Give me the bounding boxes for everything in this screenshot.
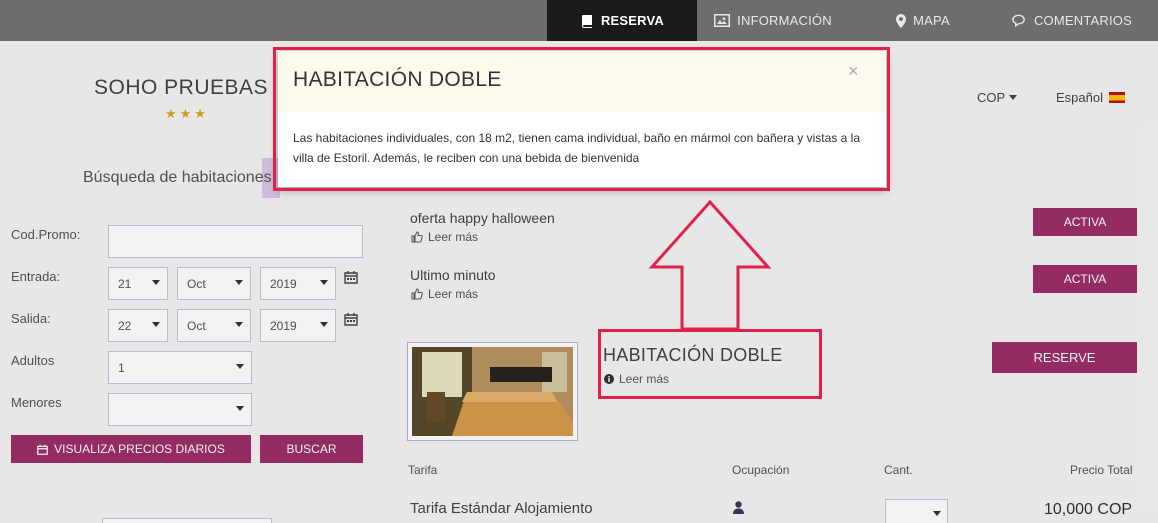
col-header-ocupacion: Ocupación [732,463,790,477]
thumbs-up-icon [411,231,423,243]
promo-label: Cod.Promo: [11,227,81,242]
checkin-day-select[interactable]: 21 [108,267,168,300]
quantity-select[interactable] [885,499,948,523]
top-nav: RESERVA INFORMACIÓN MAPA COMENTARIOS [0,0,1158,41]
chevron-down-icon [235,280,243,285]
children-label: Menores [11,395,62,410]
room-photo[interactable] [407,342,578,441]
daily-prices-button[interactable]: VISUALIZA PRECIOS DIARIOS [11,435,251,463]
col-header-precio: Precio Total [1070,463,1133,477]
search-button[interactable]: BUSCAR [260,435,363,463]
col-header-cant: Cant. [884,463,913,477]
nav-label: INFORMACIÓN [737,13,832,28]
children-select[interactable] [108,393,252,426]
checkin-month-select[interactable]: Oct [177,267,251,300]
promo-input[interactable] [108,225,363,258]
offer-readmore-link[interactable]: Leer más [411,287,478,301]
nav-label: RESERVA [600,13,665,28]
nav-tab-mapa[interactable]: MAPA [894,0,952,41]
nav-tab-reserva[interactable]: RESERVA [547,0,697,41]
checkout-month-select[interactable]: Oct [177,309,251,342]
hotel-stars: ★★★ [165,106,209,121]
checkout-year-select[interactable]: 2019 [260,309,336,342]
chevron-down-icon [320,322,328,327]
chevron-down-icon [236,406,244,411]
adults-select[interactable]: 1 [108,351,252,384]
map-marker-icon [896,13,907,28]
offer-activate-button[interactable]: ACTIVA [1033,208,1137,236]
search-title: Búsqueda de habitaciones [83,169,272,186]
modal-header: HABITACIÓN DOBLE × [278,51,886,112]
checkin-year-select[interactable]: 2019 [260,267,336,300]
image-icon [714,14,731,27]
rate-name: Tarifa Estándar Alojamiento [410,500,593,517]
chevron-down-icon [1009,95,1018,100]
calendar-icon[interactable] [344,312,358,326]
offer-title: oferta happy halloween [410,210,555,226]
checkout-day-select[interactable]: 22 [108,309,168,342]
currency-selector[interactable]: COP [977,90,1018,105]
reserve-button[interactable]: RESERVE [992,342,1137,373]
checkin-label: Entrada: [11,269,61,284]
comments-icon [1012,14,1025,27]
offer-activate-button[interactable]: ACTIVA [1033,265,1137,293]
chevron-down-icon [933,511,941,516]
chevron-down-icon [235,322,243,327]
nav-label: MAPA [913,13,950,28]
rate-price: 10,000 COP [1044,501,1133,518]
nav-tab-informacion[interactable]: INFORMACIÓN [714,0,832,41]
offer-title: Ultimo minuto [410,267,496,283]
modal-body: Las habitaciones individuales, con 18 m2… [293,131,860,165]
room-info-modal: HABITACIÓN DOBLE × Las habitaciones indi… [278,51,886,187]
modal-title: HABITACIÓN DOBLE [293,68,502,91]
user-icon [733,501,744,514]
thumbs-up-icon [411,288,423,300]
col-header-tarifa: Tarifa [408,463,438,477]
chevron-down-icon [320,280,328,285]
chevron-down-icon [236,364,244,369]
annotation-arrow-icon [648,199,772,331]
room-readmore-link[interactable]: Leer más [604,372,669,386]
chevron-down-icon [152,322,160,327]
offer-readmore-link[interactable]: Leer más [411,230,478,244]
nav-label: COMENTARIOS [1033,13,1132,28]
nav-tab-comentarios[interactable]: COMENTARIOS [1012,0,1132,41]
spain-flag-icon [1108,92,1125,103]
calendar-icon [37,444,48,455]
adults-label: Adultos [11,353,55,368]
secondary-field[interactable] [102,518,272,523]
chevron-down-icon [152,280,160,285]
room-title: HABITACIÓN DOBLE [603,345,783,365]
calendar-icon[interactable] [344,270,358,284]
room-photo-image [412,347,573,436]
info-circle-icon [604,374,614,384]
checkout-label: Salida: [11,311,51,326]
book-icon [581,14,592,28]
language-selector[interactable]: Español [1056,90,1125,105]
hotel-name: SOHO PRUEBAS [94,76,269,99]
close-icon[interactable]: × [848,61,859,82]
